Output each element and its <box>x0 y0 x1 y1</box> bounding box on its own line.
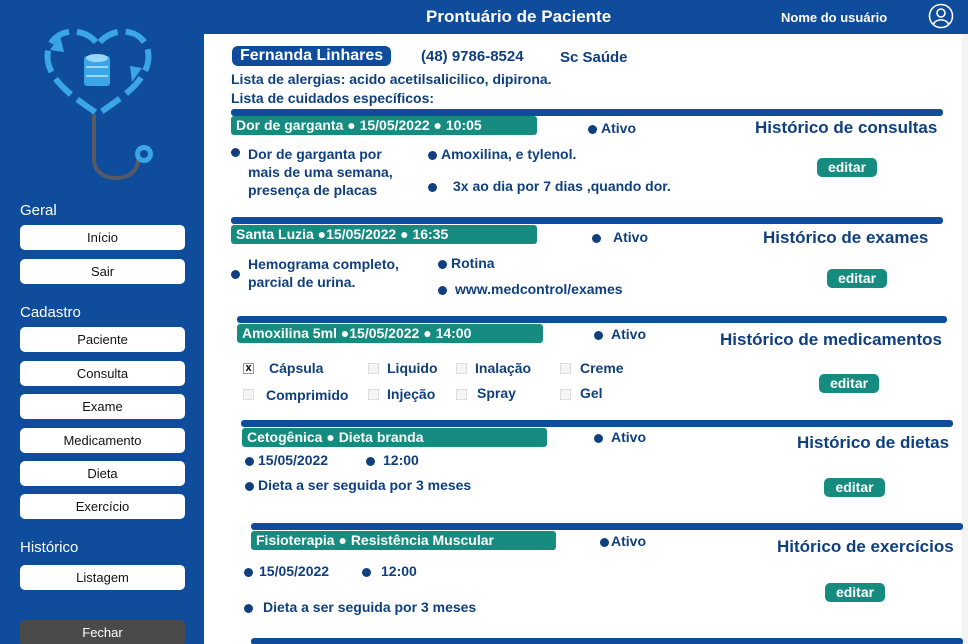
sidebar-item-paciente[interactable]: Paciente <box>20 327 185 352</box>
consulta-status: Ativo <box>588 120 636 136</box>
checkbox-gel[interactable] <box>560 389 571 400</box>
section-divider <box>251 638 963 644</box>
form-label-injecao: Injeção <box>387 386 436 402</box>
sidebar-item-inicio[interactable]: Início <box>20 225 185 250</box>
form-label-inalacao: Inalação <box>475 360 532 376</box>
section-divider <box>237 316 947 323</box>
sidebar: Geral Início Sair Cadastro Paciente Cons… <box>0 0 204 644</box>
form-label-liquido: Liquido <box>387 360 438 376</box>
consulta-tag: Dor de garganta ● 15/05/2022 ● 10:05 <box>231 116 537 135</box>
exercicio-tag: Fisioterapia ● Resistência Muscular <box>251 531 556 550</box>
medicamentos-history-title[interactable]: Histórico de medicamentos <box>720 330 942 350</box>
patient-phone: (48) 9786-8524 <box>421 48 524 65</box>
exame-type: Rotina <box>438 255 495 271</box>
sidebar-item-exercicio[interactable]: Exercício <box>20 494 185 519</box>
edit-consulta-button[interactable]: editar <box>817 158 877 177</box>
medicamento-status: Ativo <box>594 326 646 342</box>
consulta-symptom-line1: Dor de garganta por <box>248 146 382 162</box>
exame-status: Ativo <box>592 229 648 245</box>
section-divider <box>241 420 953 427</box>
checkbox-creme[interactable] <box>560 363 571 374</box>
form-label-creme: Creme <box>580 360 624 376</box>
exame-link[interactable]: www.medcontrol/exames <box>438 281 623 297</box>
exercicios-history-title[interactable]: Hitórico de exercícios <box>777 537 954 557</box>
dieta-tag: Cetogênica ● Dieta branda <box>242 428 547 447</box>
checkbox-inalacao[interactable] <box>456 363 467 374</box>
sidebar-item-exame[interactable]: Exame <box>20 394 185 419</box>
dietas-history-title[interactable]: Histórico de dietas <box>797 433 949 453</box>
stethoscope-database-logo <box>44 28 153 180</box>
patient-insurance: Sc Saúde <box>560 49 628 66</box>
checkbox-liquido[interactable] <box>368 363 379 374</box>
consulta-symptom-line3: presença de placas <box>248 182 378 198</box>
care-list: Lista de cuidados específicos: <box>231 90 435 106</box>
checkbox-comprimido[interactable] <box>243 389 254 400</box>
sidebar-item-sair[interactable]: Sair <box>20 259 185 284</box>
exames-history-title[interactable]: Histórico de exames <box>763 228 928 248</box>
dieta-time: 12:00 <box>366 452 419 468</box>
edit-exercicio-button[interactable]: editar <box>825 583 885 602</box>
dieta-date: 15/05/2022 <box>245 452 328 468</box>
section-divider <box>251 523 963 530</box>
form-label-capsula: Cápsula <box>269 360 324 376</box>
exame-tag: Santa Luzia ●15/05/2022 ● 16:35 <box>231 225 537 244</box>
section-label-historico: Histórico <box>20 539 79 556</box>
exame-description-line1: Hemograma completo, <box>248 256 399 272</box>
sidebar-item-medicamento[interactable]: Medicamento <box>20 428 185 453</box>
consulta-symptom-line2: mais de uma semana, <box>248 164 393 180</box>
edit-dieta-button[interactable]: editar <box>824 478 885 497</box>
sidebar-item-dieta[interactable]: Dieta <box>20 461 185 486</box>
checkbox-injecao[interactable] <box>368 389 379 400</box>
consultas-history-title[interactable]: Histórico de consultas <box>755 118 937 138</box>
exercicio-description: Dieta a ser seguida por 3 meses <box>244 599 476 615</box>
exercicio-date: 15/05/2022 <box>244 563 329 579</box>
section-label-cadastro: Cadastro <box>20 304 81 321</box>
exercicio-time: 12:00 <box>362 563 417 579</box>
edit-exame-button[interactable]: editar <box>827 269 887 288</box>
consulta-symptoms <box>231 146 244 164</box>
edit-medicamento-button[interactable]: editar <box>819 374 879 393</box>
patient-record-panel: Fernanda Linhares (48) 9786-8524 Sc Saúd… <box>204 34 968 644</box>
user-avatar-icon[interactable] <box>928 3 954 29</box>
form-label-gel: Gel <box>580 385 603 401</box>
section-label-geral: Geral <box>20 202 57 219</box>
exame-description-line2: parcial de urina. <box>231 269 355 290</box>
sidebar-item-consulta[interactable]: Consulta <box>20 361 185 386</box>
page-title: Prontuário de Paciente <box>426 7 612 26</box>
section-divider <box>231 109 943 116</box>
user-name[interactable]: Nome do usuário <box>781 10 887 25</box>
consulta-dosage: 3x ao dia por 7 dias ,quando dor. <box>428 178 671 194</box>
checkbox-spray[interactable] <box>456 389 467 400</box>
allergy-list: Lista de alergias: acido acetilsalicilic… <box>231 71 552 87</box>
exercicio-status: Ativo <box>600 533 646 549</box>
app-window: Geral Início Sair Cadastro Paciente Cons… <box>0 0 968 644</box>
sidebar-item-listagem[interactable]: Listagem <box>20 565 185 590</box>
form-label-comprimido: Comprimido <box>266 387 349 403</box>
medicamento-tag: Amoxilina 5ml ●15/05/2022 ● 14:00 <box>237 324 543 343</box>
dieta-status: Ativo <box>594 429 646 445</box>
checkbox-capsula[interactable]: x <box>243 363 254 374</box>
patient-name: Fernanda Linhares <box>232 46 392 66</box>
consulta-medication: Amoxilina, e tylenol. <box>428 146 576 162</box>
close-button[interactable]: Fechar <box>20 620 185 644</box>
dieta-description: Dieta a ser seguida por 3 meses <box>245 477 471 493</box>
form-label-spray: Spray <box>477 385 516 401</box>
scrollbar[interactable] <box>962 34 968 644</box>
section-divider <box>231 217 943 224</box>
